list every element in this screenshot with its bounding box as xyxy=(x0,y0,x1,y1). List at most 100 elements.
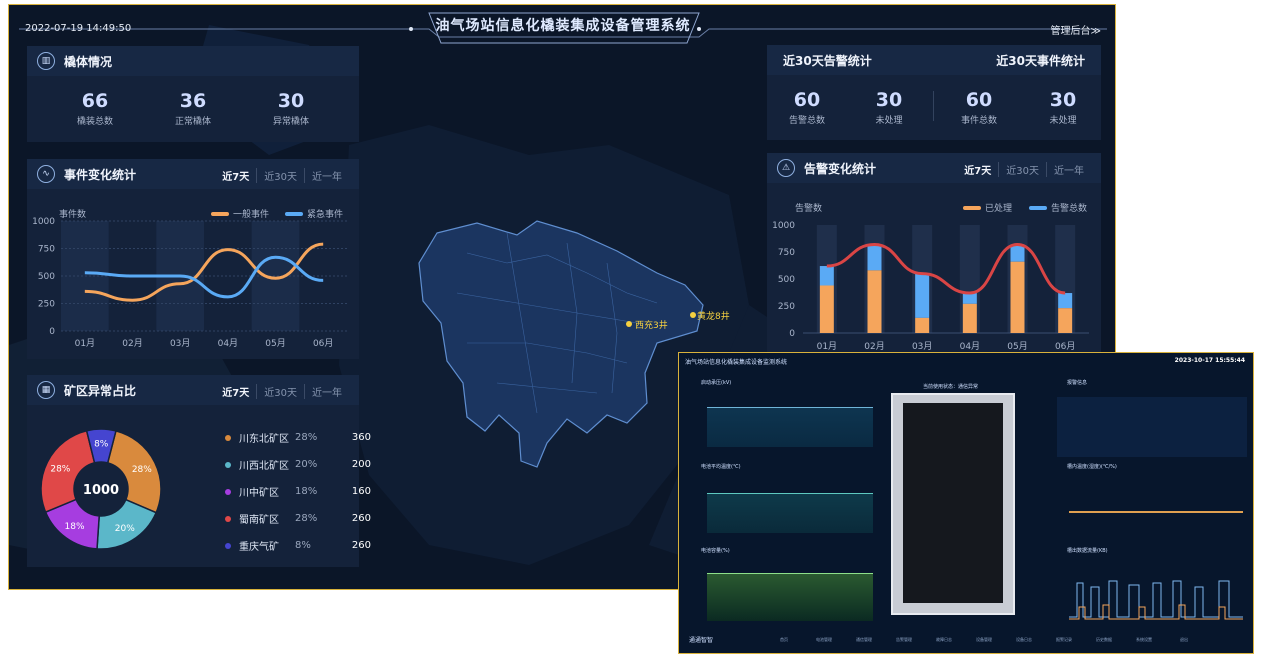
y-tick-label: 1000 xyxy=(32,217,55,227)
stat-value: 60 xyxy=(793,89,821,111)
inset-nav-item[interactable]: 故障日志 xyxy=(929,637,959,643)
mine-legend-row: 重庆气矿 8% 260 xyxy=(225,538,371,553)
tab-30days[interactable]: 近30天 xyxy=(256,168,304,183)
stats30-panel: 近30天告警统计 近30天事件统计 60 告警总数 30 未处理 60 事件总数 30… xyxy=(767,45,1101,140)
bar-processed xyxy=(867,270,882,333)
slice-label: 20% xyxy=(115,524,135,534)
event30-title: 近30天事件统计 xyxy=(996,53,1085,68)
x-tick-label: 03月 xyxy=(912,341,932,352)
mine-name: 蜀南矿区 xyxy=(239,515,279,526)
inset-alert-list xyxy=(1057,397,1247,457)
stat-event-pending: 30 未处理 xyxy=(1023,89,1103,126)
stat-value: 66 xyxy=(81,90,109,112)
stat-event-total: 60 事件总数 xyxy=(939,89,1019,126)
inset-panel-title: 启动承压(kV) xyxy=(701,380,732,386)
mine-donut-chart: 28% 20% 18% 28% 8% 1000 xyxy=(40,428,162,550)
inset-panel-title: 报警信息 xyxy=(1067,380,1088,386)
mine-count: 260 xyxy=(351,540,371,551)
inset-nav-item[interactable]: 退出 xyxy=(1169,637,1199,643)
skid-icon: ▥ xyxy=(37,52,55,70)
inset-right-column: 报警信息 槽内温度(湿度)(℃/%) 槽出数据流量(KB) xyxy=(1053,377,1249,633)
alarm-panel: ⚠ 告警变化统计 近7天 近30天 近一年 告警数 已处理 告警总数 0 250 500 7… xyxy=(767,153,1101,363)
panel-header: ⚠ 告警变化统计 近7天 近30天 近一年 xyxy=(767,153,1101,183)
mine-percent: 28% xyxy=(295,513,318,524)
stat-normal: 36 正常橇体 xyxy=(153,90,233,127)
inset-nav-item[interactable]: 报警记录 xyxy=(1049,637,1079,643)
y-tick-label: 250 xyxy=(38,300,55,310)
y-tick-label: 0 xyxy=(49,327,55,337)
x-tick-label: 05月 xyxy=(265,338,285,349)
divider xyxy=(933,91,934,121)
mine-name: 川中矿区 xyxy=(239,488,279,499)
inset-nav-item[interactable]: 系统设置 xyxy=(1129,637,1159,643)
x-tick-label: 04月 xyxy=(960,341,980,352)
inset-nav-item[interactable]: 告警管理 xyxy=(889,637,919,643)
inset-nav-item[interactable]: 通信管理 xyxy=(849,637,879,643)
mine-panel: ▦ 矿区异常占比 近7天 近30天 近一年 28% 20% 18% 28% 8% 1000 川东… xyxy=(27,375,371,567)
stat-value: 30 xyxy=(875,89,903,111)
bar-total xyxy=(867,244,882,271)
inset-nav-item[interactable]: 电池管理 xyxy=(809,637,839,643)
stat-alarm-pending: 30 未处理 xyxy=(849,89,929,126)
legend-dot xyxy=(225,515,231,522)
stat-label: 正常橇体 xyxy=(174,117,211,127)
mine-legend-row: 川东北矿区 28% 360 xyxy=(225,430,371,445)
bar-total xyxy=(915,273,930,318)
legend-swatch xyxy=(1029,205,1047,210)
x-tick-label: 04月 xyxy=(218,338,238,349)
y-tick-label: 1000 xyxy=(772,221,795,231)
inset-area-chart xyxy=(707,407,873,447)
stat-label: 未处理 xyxy=(875,116,903,126)
pulse-icon: ∿ xyxy=(37,165,55,183)
tab-30days[interactable]: 近30天 xyxy=(998,162,1046,177)
x-tick-label: 05月 xyxy=(1007,341,1027,352)
alarm30-title: 近30天告警统计 xyxy=(783,53,872,68)
x-tick-label: 01月 xyxy=(817,341,837,352)
inset-panel-title: 槽出数据流量(KB) xyxy=(1067,548,1108,554)
stat-label: 未处理 xyxy=(1049,116,1077,126)
bar-total xyxy=(1058,293,1073,309)
mine-legend-row: 川中矿区 18% 160 xyxy=(225,484,371,499)
mine-percent: 20% xyxy=(295,459,318,470)
x-tick-label: 03月 xyxy=(170,338,190,349)
page-title: 油气场站信息化橇装集成设备管理系统 xyxy=(435,18,691,34)
tab-1year[interactable]: 近一年 xyxy=(304,384,349,399)
map-marker-label[interactable]: 黄龙8井 xyxy=(697,309,730,322)
tab-7days[interactable]: 近7天 xyxy=(957,162,998,177)
mine-count: 160 xyxy=(351,486,371,497)
legend-dot xyxy=(225,434,231,441)
y-tick-label: 750 xyxy=(38,245,55,255)
trend-line xyxy=(826,242,1066,295)
tab-7days[interactable]: 近7天 xyxy=(215,168,256,183)
panel-title: 矿区异常占比 xyxy=(64,383,137,398)
stat-value: 30 xyxy=(277,90,305,112)
time-tabs: 近7天 近30天 近一年 xyxy=(957,162,1091,177)
panel-header: 近30天告警统计 近30天事件统计 xyxy=(767,45,1101,75)
stat-label: 告警总数 xyxy=(788,116,825,126)
inset-panel-title: 电池平均温度(℃) xyxy=(701,464,741,470)
grid-icon: ▦ xyxy=(37,381,55,399)
tab-1year[interactable]: 近一年 xyxy=(1046,162,1091,177)
inset-area-chart xyxy=(707,493,873,533)
tab-7days[interactable]: 近7天 xyxy=(215,384,256,399)
tab-1year[interactable]: 近一年 xyxy=(304,168,349,183)
legend-swatch xyxy=(963,205,981,210)
inset-line-chart xyxy=(1069,511,1243,513)
x-tick-label: 02月 xyxy=(864,341,884,352)
inset-nav-item[interactable]: 历史数据 xyxy=(1089,637,1119,643)
slice-label: 18% xyxy=(65,522,85,532)
panel-header: ▦ 矿区异常占比 近7天 近30天 近一年 xyxy=(27,375,359,405)
mine-legend-row: 蜀南矿区 28% 260 xyxy=(225,511,371,526)
y-tick-label: 500 xyxy=(778,275,795,285)
inset-nav-item[interactable]: 设备管理 xyxy=(969,637,999,643)
tab-30days[interactable]: 近30天 xyxy=(256,384,304,399)
admin-link[interactable]: 管理后台≫ xyxy=(1051,22,1101,37)
inset-nav-item[interactable]: 设备日志 xyxy=(1009,637,1039,643)
map-marker-label[interactable]: 西充3井 xyxy=(635,318,668,331)
mine-name: 重庆气矿 xyxy=(239,542,279,553)
inset-nav-item[interactable]: 首页 xyxy=(769,637,799,643)
inset-datetime: 2023-10-17 15:55:44 xyxy=(1174,357,1245,364)
bar-total xyxy=(819,266,834,286)
events-line-chart: 0 250 500 750 1000 01月 02月 03月 04月 05月 06月 xyxy=(32,217,347,349)
mine-name: 川东北矿区 xyxy=(239,434,289,445)
